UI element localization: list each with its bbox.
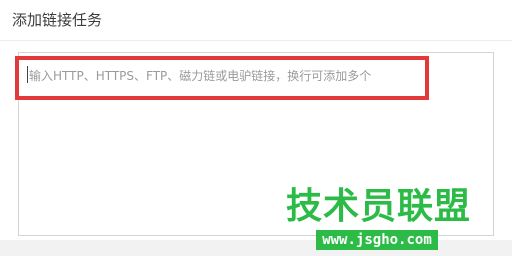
url-input[interactable] bbox=[19, 53, 493, 235]
dialog-bottom-band bbox=[0, 240, 512, 256]
dialog-title: 添加链接任务 bbox=[12, 11, 103, 29]
add-link-task-dialog: 添加链接任务 技术员联盟 www.jsgho.com bbox=[0, 0, 512, 256]
url-input-container bbox=[18, 52, 494, 236]
text-cursor bbox=[27, 66, 28, 83]
dialog-header: 添加链接任务 bbox=[0, 0, 512, 40]
header-divider bbox=[0, 40, 512, 41]
